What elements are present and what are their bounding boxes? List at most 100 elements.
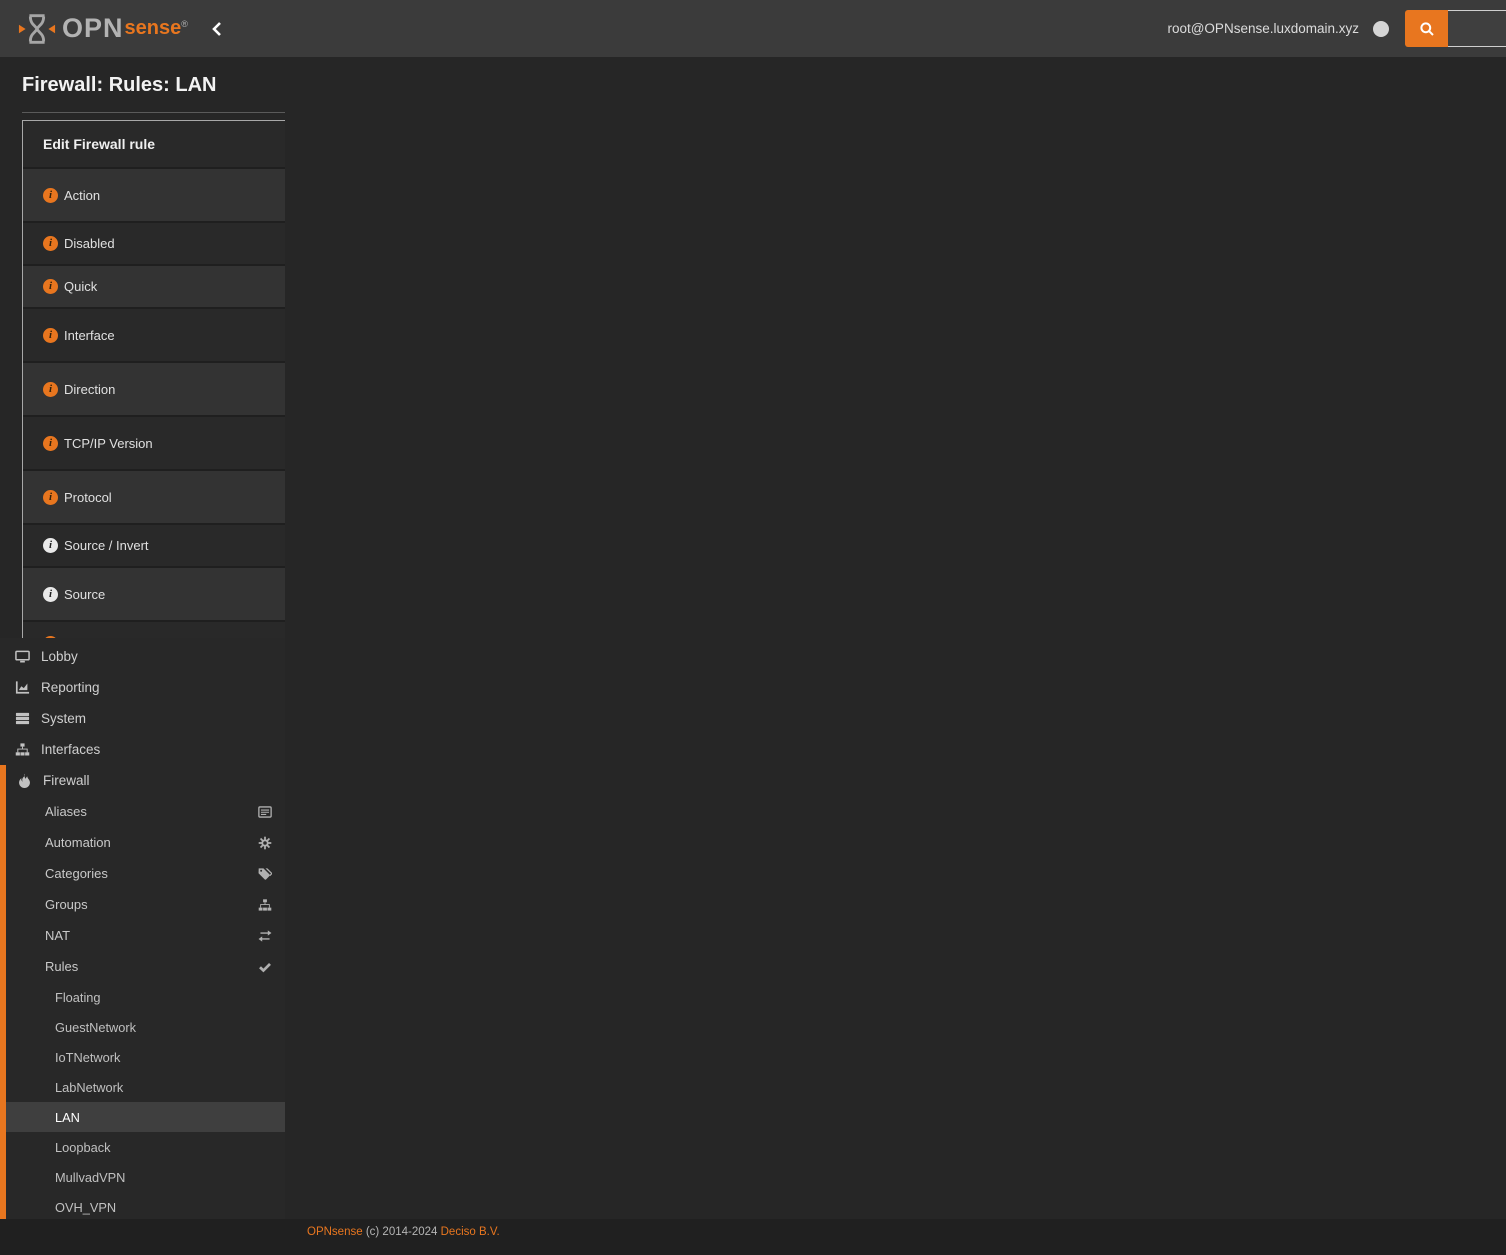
sitemap-icon (258, 898, 272, 912)
rule-row-quick: iQuickApply the action immediately on ma… (23, 266, 285, 309)
sidebar-item-label: Categories (45, 866, 108, 881)
info-icon[interactable]: i (43, 538, 58, 553)
sidebar-item-label: System (41, 711, 86, 726)
sidebar-item-lobby[interactable]: Lobby (0, 641, 285, 672)
sidebar-item-reporting[interactable]: Reporting (0, 672, 285, 703)
status-dot (1373, 21, 1389, 37)
sidebar-item-rules-mullvadvpn[interactable]: MullvadVPN (6, 1162, 285, 1192)
info-icon[interactable]: i (43, 636, 58, 638)
sidebar-item-automation[interactable]: Automation (6, 827, 285, 858)
rule-row-disabled: iDisabledDisable this rule (23, 223, 285, 266)
title-divider (22, 112, 285, 113)
sidebar-item-label: IoTNetwork (55, 1050, 120, 1065)
main-content: Firewall: Rules: LAN Edit Firewall rule … (0, 57, 285, 638)
sidebar-menu: Lobby Reporting System Interfaces Firewall Al… (0, 638, 285, 1219)
field-label: Source port range (64, 636, 168, 638)
info-icon[interactable]: i (43, 236, 58, 251)
deciso-link[interactable]: Deciso B.V. (441, 1226, 500, 1238)
field-label: Interface (64, 328, 115, 343)
sidebar-item-nat[interactable]: NAT (6, 920, 285, 951)
brand-word1: OPN (62, 13, 124, 44)
check-icon (258, 960, 272, 974)
rule-row-source-port-range: iSource port rangefrom:to:anyany (23, 622, 285, 638)
info-icon[interactable]: i (43, 587, 58, 602)
top-bar: OPNsense® root@OPNsense.luxdomain.xyz (0, 0, 1506, 57)
rule-row-source: iSourceLAN net (23, 568, 285, 622)
sidebar-item-rules-guestnetwork[interactable]: GuestNetwork (6, 1012, 285, 1042)
info-icon[interactable]: i (43, 328, 58, 343)
sidebar-item-label: MullvadVPN (55, 1170, 125, 1185)
info-icon[interactable]: i (43, 490, 58, 505)
field-label: Source (64, 587, 105, 602)
server-icon (12, 711, 32, 726)
search-input[interactable] (1448, 10, 1506, 47)
exchange-icon (258, 929, 272, 943)
chevron-left-icon (210, 21, 224, 37)
sidebar-item-rules[interactable]: Rules (6, 951, 285, 982)
info-icon[interactable]: i (43, 188, 58, 203)
page-title: Firewall: Rules: LAN (22, 74, 285, 97)
sidebar-item-label: Rules (45, 959, 78, 974)
sidebar-item-label: Lobby (41, 649, 78, 664)
edit-firewall-rule-panel: Edit Firewall rule iActionPassiDisabledD… (22, 120, 285, 638)
search-button[interactable] (1405, 10, 1448, 47)
rule-row-protocol: iProtocolany (23, 471, 285, 525)
sidebar-item-label: LabNetwork (55, 1080, 123, 1095)
sidebar-item-aliases[interactable]: Aliases (6, 796, 285, 827)
sidebar-item-rules-labnetwork[interactable]: LabNetwork (6, 1072, 285, 1102)
monitor-icon (12, 649, 32, 664)
sitemap-icon (12, 742, 32, 757)
chart-icon (12, 680, 32, 695)
sidebar-item-label: Loopback (55, 1140, 111, 1155)
sidebar-item-rules-lan[interactable]: LAN (6, 1102, 285, 1132)
sidebar-collapse-button[interactable] (210, 21, 224, 37)
sidebar-item-label: Reporting (41, 680, 100, 695)
sidebar-item-interfaces[interactable]: Interfaces (0, 734, 285, 765)
sidebar-item-label: Automation (45, 835, 111, 850)
sidebar-item-label: Groups (45, 897, 88, 912)
sidebar-item-categories[interactable]: Categories (6, 858, 285, 889)
field-label: Direction (64, 382, 115, 397)
field-label: TCP/IP Version (64, 436, 153, 451)
fire-icon (14, 773, 34, 788)
sidebar-item-rules-loopback[interactable]: Loopback (6, 1132, 285, 1162)
info-icon[interactable]: i (43, 436, 58, 451)
gear-icon (258, 836, 272, 850)
tags-icon (258, 867, 272, 881)
sidebar-item-label: Floating (55, 990, 101, 1005)
footer: OPNsense (c) 2014-2024 Deciso B.V. (0, 1219, 1506, 1255)
rule-row-action: iActionPass (23, 169, 285, 223)
info-icon[interactable]: i (43, 279, 58, 294)
firewall-section: Firewall Aliases Automation Categories Group… (0, 765, 285, 1219)
sidebar-item-label: LAN (55, 1110, 80, 1125)
opnsense-logo[interactable]: OPNsense® (0, 12, 200, 46)
sidebar: Lobby Reporting System Interfaces Firewall Al… (0, 638, 285, 1219)
opnsense-link[interactable]: OPNsense (307, 1226, 363, 1238)
field-label: Action (64, 188, 100, 203)
sidebar-item-label: Aliases (45, 804, 87, 819)
sidebar-item-firewall[interactable]: Firewall (6, 765, 285, 796)
sidebar-item-label: GuestNetwork (55, 1020, 136, 1035)
sidebar-item-rules-floating[interactable]: Floating (6, 982, 285, 1012)
logged-in-user: root@OPNsense.luxdomain.xyz (1167, 21, 1359, 36)
app-window: OPNsense® root@OPNsense.luxdomain.xyz Lo… (0, 0, 1506, 1255)
list-icon (258, 805, 272, 819)
rule-row-source-invert: iSource / InvertUse this option to inver… (23, 525, 285, 568)
sidebar-item-system[interactable]: System (0, 703, 285, 734)
sidebar-item-rules-ovh-vpn[interactable]: OVH_VPN (6, 1192, 285, 1219)
field-label: Protocol (64, 490, 112, 505)
sidebar-item-rules-iotnetwork[interactable]: IoTNetwork (6, 1042, 285, 1072)
rule-row-tcpip-version: iTCP/IP VersionIPv4 (23, 417, 285, 471)
registered-mark: ® (181, 19, 188, 29)
rule-row-interface: iInterfaceLAN (23, 309, 285, 363)
panel-title: Edit Firewall rule (23, 121, 285, 169)
sidebar-item-label: Interfaces (41, 742, 100, 757)
hourglass-logo-icon (18, 12, 56, 46)
field-label: Quick (64, 279, 97, 294)
search-icon (1419, 21, 1435, 37)
info-icon[interactable]: i (43, 382, 58, 397)
field-label: Source / Invert (64, 538, 149, 553)
copyright-text: (c) 2014-2024 (366, 1226, 438, 1238)
sidebar-item-label: Firewall (43, 773, 90, 788)
sidebar-item-groups[interactable]: Groups (6, 889, 285, 920)
